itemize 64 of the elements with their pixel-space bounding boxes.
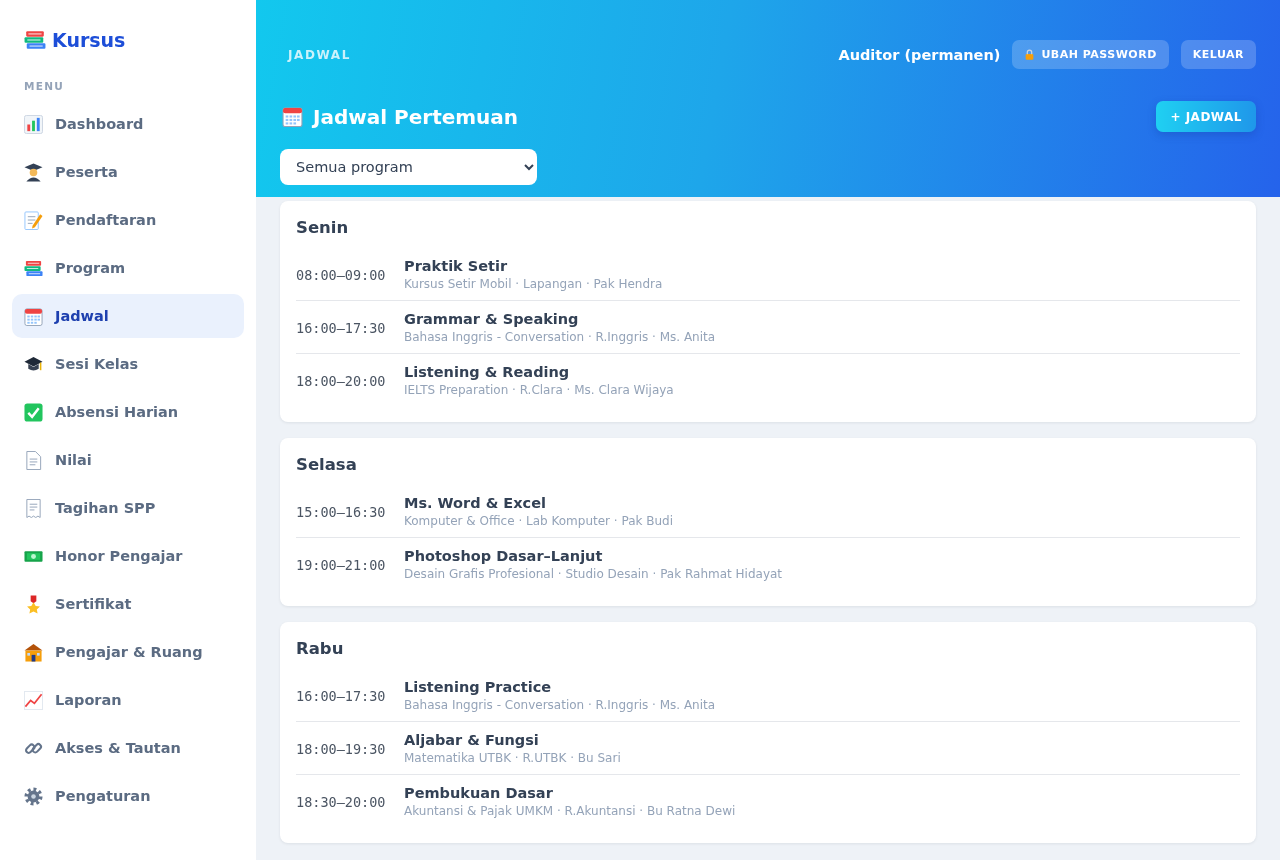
session-title: Photoshop Dasar–Lanjut bbox=[404, 547, 603, 566]
sidebar-item[interactable]: Dashboard bbox=[12, 102, 244, 146]
program-select[interactable]: Semua program bbox=[280, 149, 537, 185]
session-title: Praktik Setir bbox=[404, 257, 508, 276]
sidebar-item[interactable]: Sesi Kelas bbox=[12, 342, 244, 386]
lock-icon bbox=[1024, 49, 1036, 60]
sidebar-item[interactable]: Pendaftaran bbox=[12, 198, 244, 242]
day-title: Senin bbox=[296, 217, 350, 239]
sidebar-item[interactable]: Sertifikat bbox=[12, 582, 244, 626]
books-icon bbox=[24, 29, 46, 51]
session-details: Desain Grafis Profesional · Studio Desain · Pak Rahmat Hidayat bbox=[404, 566, 783, 582]
sidebar-item[interactable]: Pengajar & Ruang bbox=[12, 630, 244, 674]
sidebar-item[interactable]: Peserta bbox=[12, 150, 244, 194]
session-title: Listening Practice bbox=[404, 678, 552, 697]
user-name: Auditor (permanen) bbox=[838, 46, 1001, 63]
sidebar-item[interactable]: Absensi Harian bbox=[12, 390, 244, 434]
breadcrumb: JADWAL bbox=[286, 47, 351, 62]
brand-name: Kursus bbox=[52, 29, 126, 51]
session-title: Grammar & Speaking bbox=[404, 310, 579, 329]
session-title: Ms. Word & Excel bbox=[404, 494, 546, 513]
school-building-icon bbox=[24, 642, 43, 662]
sidebar-item[interactable]: Jadwal bbox=[12, 294, 244, 338]
session-time: 15:00–16:30 bbox=[296, 503, 387, 520]
student-icon bbox=[24, 162, 43, 182]
books-icon bbox=[24, 258, 43, 278]
logout-button[interactable]: KELUAR bbox=[1180, 40, 1256, 69]
sidebar-item[interactable]: Akses & Tautan bbox=[12, 726, 244, 770]
session-time: 08:00–09:00 bbox=[296, 266, 387, 283]
sidebar-item[interactable]: Laporan bbox=[12, 678, 244, 722]
session-details: Komputer & Office · Lab Komputer · Pak Budi bbox=[404, 513, 674, 529]
session-details: Bahasa Inggris - Conversation · R.Inggris · Ms. Anita bbox=[404, 329, 716, 345]
bar-chart-icon bbox=[24, 114, 43, 134]
change-password-button[interactable]: UBAH PASSWORD bbox=[1012, 40, 1169, 69]
sidebar-item[interactable]: Honor Pengajar bbox=[12, 534, 244, 578]
session-time: 18:30–20:00 bbox=[296, 793, 387, 810]
calendar-icon bbox=[24, 306, 43, 326]
day-title: Selasa bbox=[296, 454, 358, 476]
receipt-icon bbox=[24, 498, 43, 518]
sidebar-item[interactable]: Tagihan SPP bbox=[12, 486, 244, 530]
line-chart-icon bbox=[24, 690, 43, 710]
session-time: 18:00–19:30 bbox=[296, 740, 387, 757]
session-title: Aljabar & Fungsi bbox=[404, 731, 539, 750]
sidebar-item[interactable]: Nilai bbox=[12, 438, 244, 482]
session-details: Bahasa Inggris - Conversation · R.Inggris · Ms. Anita bbox=[404, 697, 716, 713]
sidebar-item[interactable]: Pengaturan bbox=[12, 774, 244, 818]
session-title: Listening & Reading bbox=[404, 363, 570, 382]
session-details: Kursus Setir Mobil · Lapangan · Pak Hendra bbox=[404, 276, 663, 292]
page-title: Jadwal Pertemuan bbox=[313, 104, 519, 129]
session-details: Akuntansi & Pajak UMKM · R.Akuntansi · Bu Ratna Dewi bbox=[404, 803, 736, 819]
session-title: Pembukuan Dasar bbox=[404, 784, 553, 803]
memo-pencil-icon bbox=[24, 210, 43, 230]
session-details: Matematika UTBK · R.UTBK · Bu Sari bbox=[404, 750, 621, 766]
calendar-icon bbox=[282, 106, 303, 127]
session-time: 19:00–21:00 bbox=[296, 556, 387, 573]
section-label: MENU bbox=[23, 80, 66, 93]
session-time: 18:00–20:00 bbox=[296, 372, 387, 389]
gear-icon bbox=[24, 786, 43, 806]
session-details: IELTS Preparation · R.Clara · Ms. Clara Wijaya bbox=[404, 382, 674, 398]
day-title: Rabu bbox=[296, 638, 345, 660]
session-time: 16:00–17:30 bbox=[296, 319, 387, 336]
sidebar-item[interactable]: Program bbox=[12, 246, 244, 290]
document-icon bbox=[24, 450, 43, 470]
session-time: 16:00–17:30 bbox=[296, 687, 387, 704]
check-box-icon bbox=[24, 402, 43, 422]
